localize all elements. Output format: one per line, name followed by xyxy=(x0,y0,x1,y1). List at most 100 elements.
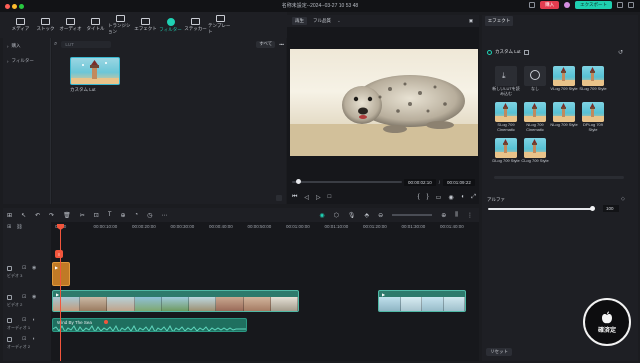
collapse-panel-icon[interactable] xyxy=(276,195,282,201)
quality-dropdown[interactable]: フル品質 xyxy=(313,18,331,24)
more-options-icon[interactable]: ••• xyxy=(279,42,284,47)
mark-in-icon[interactable]: { xyxy=(418,194,420,200)
effect-icon xyxy=(141,18,150,25)
toolbar-media[interactable]: メディア xyxy=(8,12,33,38)
volume-icon[interactable]: ◖ xyxy=(32,317,35,323)
lut-tile[interactable] xyxy=(495,138,517,158)
lut-reset-icon[interactable]: ↺ xyxy=(618,49,623,56)
lut-info-icon[interactable] xyxy=(523,49,529,55)
ai-icon[interactable]: ◉ xyxy=(319,212,324,219)
zoom-icon[interactable]: ⊕ xyxy=(120,212,125,219)
volume-icon[interactable]: ◖ xyxy=(461,194,465,200)
snapshot-icon[interactable]: ▣ xyxy=(469,18,473,24)
shield-icon[interactable]: ⬡ xyxy=(334,212,339,219)
toolbar-template[interactable]: テンプレート xyxy=(208,12,233,38)
lut-thumbnail[interactable] xyxy=(70,57,120,85)
zoom-slider[interactable] xyxy=(392,214,433,216)
playhead[interactable] xyxy=(60,226,61,361)
volume-icon[interactable]: ◖ xyxy=(32,336,35,342)
avatar[interactable] xyxy=(564,2,571,8)
lut-tile[interactable] xyxy=(582,102,604,122)
lut-tile[interactable] xyxy=(524,66,546,86)
lock-icon[interactable]: ⊡ xyxy=(22,317,26,323)
timer-icon[interactable]: ◷ xyxy=(147,212,152,219)
lock-icon[interactable]: ⊡ xyxy=(22,294,26,300)
lock-icon[interactable]: ⊡ xyxy=(22,265,26,271)
toolbar-filter[interactable]: フィルター xyxy=(158,12,183,38)
speed-icon[interactable]: ◔ xyxy=(135,212,139,218)
audio-marker[interactable] xyxy=(104,320,108,324)
eye-icon[interactable]: ◉ xyxy=(32,294,36,300)
alpha-keyframe-icon[interactable]: ◇ xyxy=(621,196,625,202)
export-button[interactable]: エクスポート xyxy=(575,1,612,9)
eye-icon[interactable]: ◉ xyxy=(32,265,36,271)
toolbar-transition[interactable]: トランジション xyxy=(108,12,133,38)
toolbar-effect[interactable]: エフェクト xyxy=(133,12,158,38)
play-icon[interactable]: ▷ xyxy=(316,194,321,201)
scrubber-handle[interactable] xyxy=(296,179,301,184)
columns-icon[interactable]: ⫼ xyxy=(455,212,458,219)
select-icon[interactable]: ↖ xyxy=(21,212,26,219)
lut-tile[interactable] xyxy=(524,102,546,122)
fullscreen-icon[interactable]: ⤢ xyxy=(471,194,476,201)
preview-scrubber[interactable] xyxy=(292,181,402,183)
lut-tile[interactable] xyxy=(495,102,517,122)
step-back-icon[interactable]: ◁ xyxy=(304,194,309,201)
lut-toggle[interactable] xyxy=(487,49,492,55)
lut-scrollbar[interactable] xyxy=(494,176,624,179)
zoom-in-icon[interactable]: ⊕ xyxy=(441,212,446,219)
layout-icon[interactable] xyxy=(617,2,623,8)
lock-icon[interactable]: ⊡ xyxy=(22,336,26,342)
toolbar-stock[interactable]: ストック xyxy=(33,12,58,38)
redo-icon[interactable]: ↷ xyxy=(49,212,54,219)
lut-label: NLog 709 Cinematic xyxy=(526,122,544,132)
device-icon[interactable] xyxy=(529,2,536,8)
stop-icon[interactable]: □ xyxy=(328,194,332,200)
menu-icon[interactable] xyxy=(628,2,634,8)
timeline-more-icon[interactable]: ⋮ xyxy=(467,212,473,219)
sidebar-item[interactable]: › フィルター xyxy=(3,55,50,67)
lut-tile[interactable] xyxy=(524,138,546,158)
filter-dropdown[interactable]: すべて xyxy=(256,40,276,48)
display-icon[interactable]: ▭ xyxy=(436,194,442,201)
title-clip[interactable]: ▶ xyxy=(52,262,70,286)
buy-button[interactable]: 購入 xyxy=(540,1,560,9)
delete-icon[interactable]: 🗑 xyxy=(63,212,71,219)
link-icon[interactable]: ⛓ xyxy=(16,224,22,230)
alpha-slider[interactable] xyxy=(488,208,594,210)
undo-icon[interactable]: ↶ xyxy=(35,212,40,219)
video-clip-end[interactable]: ▶ xyxy=(378,290,466,312)
audio-clip[interactable]: Wind By The Sea xyxy=(52,318,247,332)
tab-effects[interactable]: エフェクト xyxy=(485,16,513,26)
tab-play[interactable]: 再生 xyxy=(292,17,307,25)
grid-icon[interactable]: ⊞ xyxy=(7,212,12,219)
more-tools-icon[interactable]: ⋯ xyxy=(161,212,167,219)
alpha-value-field[interactable]: 100 xyxy=(603,205,619,212)
alpha-slider-handle[interactable] xyxy=(590,206,595,211)
lut-tile[interactable]: ⤓ xyxy=(495,66,517,86)
mark-out-icon[interactable]: } xyxy=(427,194,429,200)
reset-button[interactable]: リセット xyxy=(486,348,512,356)
zoom-out-icon[interactable]: ⊖ xyxy=(378,212,383,219)
current-time: 00:00:02:10 xyxy=(404,179,436,186)
toolbar-title[interactable]: タイトル xyxy=(83,12,108,38)
lut-tile[interactable] xyxy=(553,66,575,86)
mic-icon[interactable]: 🎙 xyxy=(348,212,356,219)
search-input[interactable]: LUT xyxy=(61,40,112,48)
camera-icon[interactable]: ◉ xyxy=(448,194,453,201)
sidebar-item[interactable]: › 購入 xyxy=(3,40,50,52)
timeline-ruler[interactable]: 00:0000:00:10:0000:00:20:0000:00:30:0000… xyxy=(51,224,479,234)
toolbar-audio[interactable]: オーディオ xyxy=(58,12,83,38)
lut-tile[interactable] xyxy=(553,102,575,122)
lut-tile[interactable] xyxy=(582,66,604,86)
prev-frame-icon[interactable]: ⏮ xyxy=(292,194,297,201)
cut-icon[interactable]: ✂ xyxy=(80,212,85,219)
marker-icon[interactable]: ⬘ xyxy=(365,212,370,219)
add-track-icon[interactable]: ⊞ xyxy=(7,224,11,230)
text-icon[interactable]: T xyxy=(108,212,112,218)
playhead-marker-icon[interactable]: ≡ xyxy=(55,250,63,258)
video-clip-main[interactable]: ▶ xyxy=(52,290,299,312)
crop-icon[interactable]: ⊡ xyxy=(94,212,99,219)
toolbar-sticker[interactable]: ステッカー xyxy=(183,12,208,38)
chevron-down-icon[interactable]: ⌄ xyxy=(337,18,341,24)
